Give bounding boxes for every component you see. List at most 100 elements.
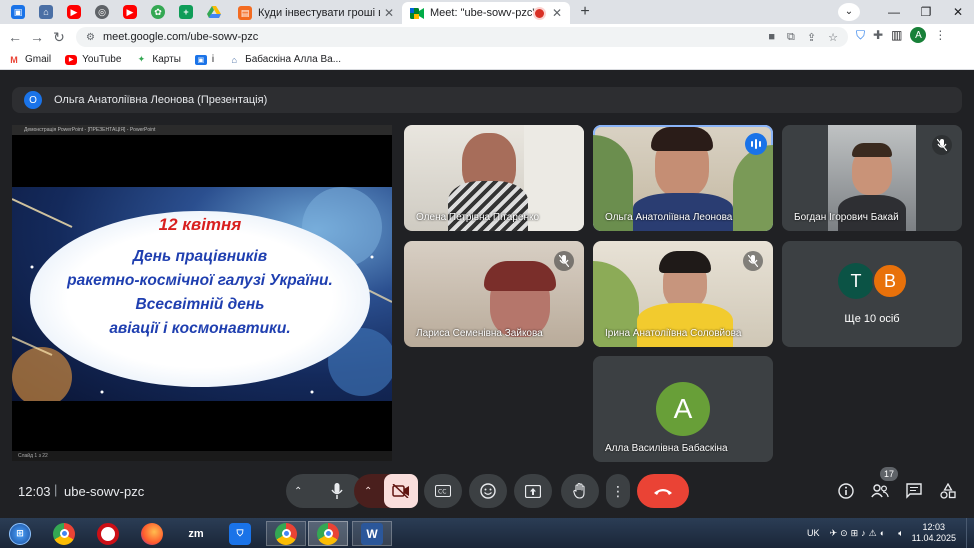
taskbar-shield[interactable]: ⛉ bbox=[222, 521, 258, 546]
pinned-tab-home[interactable]: ⌂ bbox=[34, 2, 58, 22]
chat-button[interactable] bbox=[902, 480, 926, 502]
share-icon[interactable]: ⇪ bbox=[807, 31, 816, 44]
bookmark-label: Бабаскіна Алла Ва... bbox=[245, 54, 342, 65]
participant-tile[interactable]: Олена Петрівна Пітаренко bbox=[404, 125, 584, 231]
tray-clock[interactable]: 12:03 11.04.2025 bbox=[912, 522, 956, 544]
others-tile[interactable]: T B Ще 10 осіб bbox=[782, 241, 962, 347]
bookmark-maps[interactable]: ✦ Карты bbox=[135, 54, 181, 65]
bookmark-gmail[interactable]: M Gmail bbox=[8, 54, 51, 65]
reload-button[interactable]: ↻ bbox=[48, 26, 70, 48]
captions-button[interactable]: CC bbox=[424, 474, 462, 508]
bookmark-label: i bbox=[211, 54, 215, 65]
plant-icon: ✿ bbox=[151, 5, 165, 19]
pinned-tab-sheets[interactable]: + bbox=[174, 2, 198, 22]
presentation-header[interactable]: О Ольга Анатоліївна Леонова (Презентація… bbox=[12, 87, 962, 113]
slide-line: Всесвітній день bbox=[135, 296, 265, 313]
volume-icon[interactable]: 🔈︎ bbox=[898, 528, 903, 539]
taskbar-chrome-window-2[interactable] bbox=[308, 521, 348, 546]
microphone-button[interactable] bbox=[320, 474, 354, 508]
maximize-button[interactable]: ❐ bbox=[910, 5, 942, 19]
taskbar-zoom[interactable]: zm bbox=[178, 521, 214, 546]
raise-hand-button[interactable] bbox=[561, 474, 599, 508]
activities-button[interactable] bbox=[936, 480, 960, 502]
forward-button[interactable]: → bbox=[26, 26, 48, 48]
taskbar-opera[interactable] bbox=[90, 521, 126, 546]
more-options-button[interactable]: ⋮ bbox=[606, 474, 630, 508]
audio-controls-group: ⌃ bbox=[286, 474, 364, 508]
shield-extension-icon[interactable]: ⛉ bbox=[856, 28, 865, 43]
participant-tile-active-speaker[interactable]: Ольга Анатоліївна Леонова bbox=[593, 125, 773, 231]
bookmark-babaskina[interactable]: ⌂ Бабаскіна Алла Ва... bbox=[228, 54, 341, 65]
pinned-tab-contacts[interactable]: ▣ bbox=[6, 2, 30, 22]
participant-hair bbox=[852, 143, 892, 157]
close-window-button[interactable]: ✕ bbox=[942, 5, 974, 19]
new-tab-button[interactable]: + bbox=[574, 3, 596, 21]
pinned-tab-drive[interactable] bbox=[202, 2, 226, 22]
participant-tile[interactable]: Лариса Семенівна Зайкова bbox=[404, 241, 584, 347]
bookmarks-bar: M Gmail ▶ YouTube ✦ Карты ▣ i ⌂ Бабаскіна Алл… bbox=[0, 50, 974, 70]
tray-icons[interactable]: ✈⊙⊞♪⚠◐ bbox=[830, 528, 889, 539]
pinned-tab-plant[interactable]: ✿ bbox=[146, 2, 170, 22]
start-button[interactable]: ⊞ bbox=[2, 521, 38, 546]
mic-off-icon bbox=[743, 251, 763, 271]
avatar: B bbox=[872, 263, 908, 299]
participant-tile[interactable]: Богдан Ігорович Бакай bbox=[782, 125, 962, 231]
minimize-button[interactable]: — bbox=[878, 5, 910, 19]
taskbar-word[interactable]: W bbox=[352, 521, 392, 546]
taskbar-chrome[interactable] bbox=[46, 521, 82, 546]
taskbar-firefox[interactable] bbox=[134, 521, 170, 546]
show-desktop-button[interactable] bbox=[966, 518, 974, 548]
people-button[interactable] bbox=[868, 480, 892, 502]
presentation-window-title: Демонстрація PowerPoint - [ПРЕЗЕНТАЦІЯ] … bbox=[12, 125, 392, 135]
chevron-up-icon[interactable]: ⌃ bbox=[294, 486, 302, 497]
bookmark-star-icon[interactable]: ☆ bbox=[828, 31, 838, 44]
taskbar-chrome-window-1[interactable] bbox=[266, 521, 306, 546]
tab-search-icon[interactable]: ⌄ bbox=[838, 3, 860, 21]
address-bar[interactable]: ⚙ meet.google.com/ube-sowv-pzc ■ ⧉ ⇪ ☆ bbox=[76, 27, 848, 47]
close-icon[interactable]: ✕ bbox=[384, 6, 394, 20]
participant-clothing bbox=[637, 303, 733, 347]
people-icon bbox=[871, 484, 889, 498]
article-icon: ▤ bbox=[238, 6, 252, 20]
site-info-icon[interactable]: ⚙ bbox=[86, 32, 95, 43]
svg-text:CC: CC bbox=[438, 489, 446, 496]
participant-tile[interactable]: А Алла Василівна Бабаскіна bbox=[593, 356, 773, 462]
pinned-tab-youtube-2[interactable]: ▶ bbox=[118, 2, 142, 22]
leave-call-button[interactable] bbox=[637, 474, 689, 508]
extensions-icon[interactable]: ✚ bbox=[873, 28, 883, 42]
slide-line: День працівників bbox=[132, 248, 268, 265]
emoji-button[interactable] bbox=[469, 474, 507, 508]
tab-label: Meet: "ube-sowv-pzc" bbox=[430, 7, 535, 19]
zoom-icon: zm bbox=[188, 527, 204, 540]
close-icon[interactable]: ✕ bbox=[552, 6, 562, 20]
slide: 12 квітня День працівників ракетно-космі… bbox=[12, 187, 392, 401]
open-in-app-icon[interactable]: ⧉ bbox=[787, 31, 795, 44]
participant-tile[interactable]: Ірина Анатоліївна Соловйова bbox=[593, 241, 773, 347]
pinned-tab-youtube-1[interactable]: ▶ bbox=[62, 2, 86, 22]
tab-meet[interactable]: Meet: "ube-sowv-pzc" ✕ bbox=[402, 2, 570, 24]
avatar[interactable]: A bbox=[910, 27, 927, 43]
pinned-tab-globe[interactable]: ◎ bbox=[90, 2, 114, 22]
presentation-tile[interactable]: Демонстрація PowerPoint - [ПРЕЗЕНТАЦІЯ] … bbox=[12, 125, 392, 461]
camera-in-use-icon[interactable]: ■ bbox=[768, 31, 775, 44]
contacts-icon: ▣ bbox=[11, 5, 25, 19]
language-indicator[interactable]: UK bbox=[807, 528, 820, 538]
chrome-icon bbox=[53, 522, 75, 545]
youtube-icon: ▶ bbox=[123, 5, 137, 19]
tab-investments[interactable]: ▤ Куди інвестувати гроші в Украї ✕ bbox=[230, 2, 402, 24]
plant-background bbox=[733, 145, 773, 231]
shield-icon: ⛉ bbox=[229, 522, 251, 545]
slide-line: авіації і космонавтики. bbox=[109, 320, 291, 337]
menu-icon[interactable]: ⋮ bbox=[934, 28, 946, 42]
bookmark-youtube[interactable]: ▶ YouTube bbox=[65, 54, 121, 65]
camera-off-button[interactable] bbox=[384, 474, 418, 508]
gmail-icon: M bbox=[10, 54, 18, 65]
meeting-details-button[interactable] bbox=[834, 480, 858, 502]
activities-icon bbox=[940, 483, 956, 499]
side-panel-icon[interactable]: ▥ bbox=[891, 28, 902, 42]
chat-icon bbox=[906, 483, 922, 499]
bookmark-contacts[interactable]: ▣ i bbox=[194, 54, 215, 65]
present-now-button[interactable] bbox=[514, 474, 552, 508]
back-button[interactable]: ← bbox=[4, 26, 26, 48]
chevron-up-icon[interactable]: ⌃ bbox=[364, 486, 372, 497]
